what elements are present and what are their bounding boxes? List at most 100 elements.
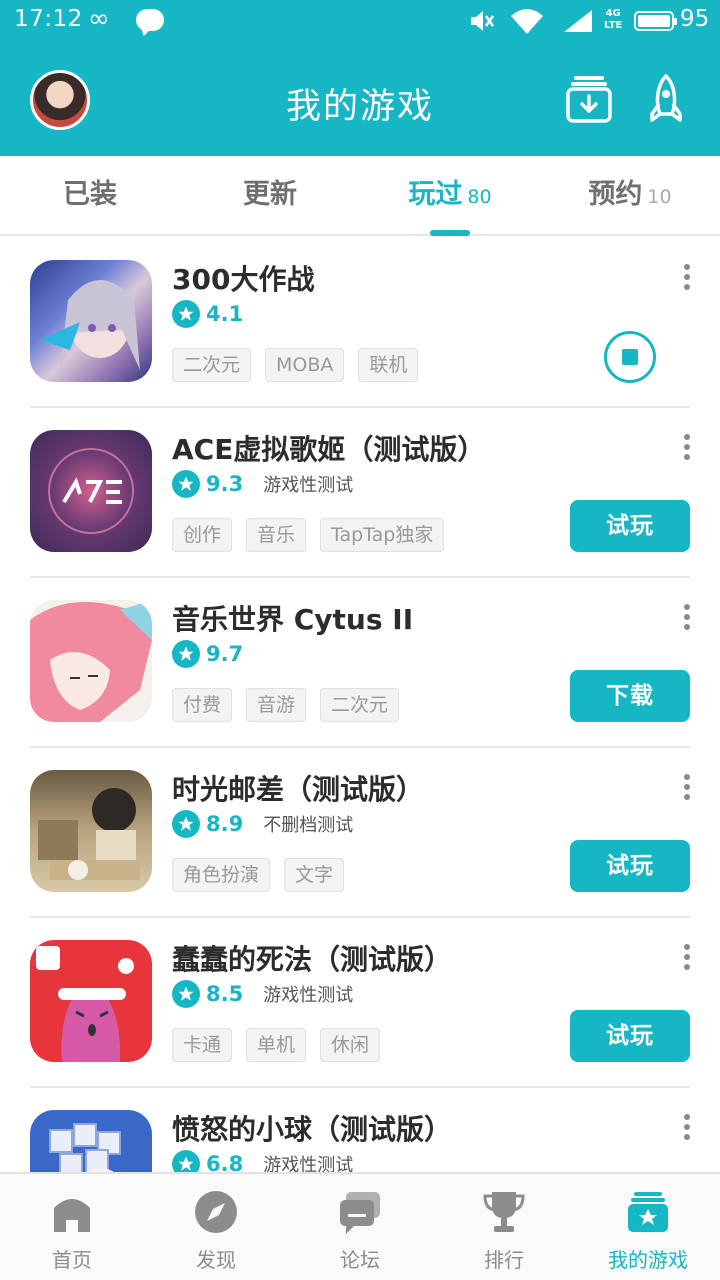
game-name[interactable]: 音乐世界 Cytus II — [172, 598, 413, 638]
network-type: 4G LTE — [604, 8, 623, 31]
game-icon-dumb-ways[interactable] — [30, 940, 152, 1062]
tab-updates[interactable]: 更新 — [180, 156, 360, 234]
game-row[interactable]: 音乐世界 Cytus II 9.7 付费 音游 二次元 下载 — [0, 578, 720, 748]
more-options-icon[interactable] — [682, 264, 692, 294]
more-options-icon[interactable] — [682, 774, 692, 804]
stop-download-button[interactable] — [604, 331, 656, 383]
trophy-icon — [482, 1190, 526, 1234]
tag[interactable]: 文字 — [284, 858, 345, 892]
nav-label: 排行 — [484, 1248, 524, 1272]
game-icon-300[interactable] — [30, 260, 152, 382]
tag[interactable]: 角色扮演 — [172, 858, 271, 892]
star-icon — [172, 300, 200, 328]
bottom-nav: 首页 发现 论坛 排行 我的游戏 — [0, 1172, 720, 1280]
more-options-icon[interactable] — [682, 604, 692, 634]
tag[interactable]: 休闲 — [320, 1028, 381, 1062]
tag[interactable]: 卡通 — [172, 1028, 233, 1062]
game-list: 300大作战 4.1 二次元 MOBA 联机 ACE虚拟歌姬（测试版） 9.3 … — [0, 238, 720, 1172]
nav-label: 发现 — [196, 1248, 236, 1272]
game-name[interactable]: 蠢蠢的死法（测试版） — [172, 938, 452, 978]
tag[interactable]: 音乐 — [246, 518, 307, 552]
nav-label: 论坛 — [340, 1248, 380, 1272]
forum-icon — [338, 1190, 382, 1234]
tab-reserved[interactable]: 预约 10 — [540, 156, 720, 234]
nav-my-games[interactable]: 我的游戏 — [576, 1174, 720, 1280]
signal-icon — [562, 8, 594, 38]
download-button[interactable]: 下载 — [570, 670, 690, 722]
tab-played-count: 80 — [467, 186, 492, 208]
game-icon-angry-ball[interactable] — [30, 1110, 152, 1172]
more-options-icon[interactable] — [682, 434, 692, 464]
game-rating: 6.8 游戏性测试 — [172, 1149, 353, 1172]
game-row[interactable]: 蠢蠢的死法（测试版） 8.5 游戏性测试 卡通 单机 休闲 试玩 — [0, 918, 720, 1088]
game-row[interactable]: 时光邮差（测试版） 8.9 不删档测试 角色扮演 文字 试玩 — [0, 748, 720, 918]
download-manager-icon[interactable] — [566, 74, 612, 128]
tab-played[interactable]: 玩过 80 — [360, 156, 540, 236]
home-icon — [50, 1190, 94, 1234]
game-icon-ace[interactable] — [30, 430, 152, 552]
nav-discover[interactable]: 发现 — [144, 1174, 288, 1280]
tab-reserved-count: 10 — [647, 186, 672, 208]
tag[interactable]: 付费 — [172, 688, 233, 722]
nav-forum[interactable]: 论坛 — [288, 1174, 432, 1280]
tag[interactable]: 创作 — [172, 518, 233, 552]
page-title: 我的游戏 — [285, 87, 434, 127]
tag[interactable]: 二次元 — [172, 348, 252, 382]
star-icon — [172, 980, 200, 1008]
chat-icon — [136, 9, 164, 31]
star-icon — [172, 640, 200, 668]
status-bar: 17:12 ∞ 4G LTE 95 — [0, 0, 720, 44]
try-play-button[interactable]: 试玩 — [570, 1010, 690, 1062]
mute-icon — [468, 8, 496, 38]
rocket-icon[interactable] — [644, 74, 688, 128]
game-name[interactable]: ACE虚拟歌姬（测试版） — [172, 428, 485, 468]
test-note: 游戏性测试 — [263, 1155, 354, 1172]
game-icon-postman[interactable] — [30, 770, 152, 892]
game-row[interactable]: 愤怒的小球（测试版） 6.8 游戏性测试 — [0, 1088, 720, 1172]
tag[interactable]: 单机 — [246, 1028, 307, 1062]
tag[interactable]: 音游 — [246, 688, 307, 722]
try-play-button[interactable]: 试玩 — [570, 840, 690, 892]
tag[interactable]: MOBA — [265, 348, 345, 382]
game-score: 9.7 — [206, 642, 244, 666]
game-tags: 创作 音乐 TapTap独家 — [172, 518, 458, 552]
tag[interactable]: TapTap独家 — [320, 518, 445, 552]
game-rating: 9.7 — [172, 639, 243, 669]
star-icon — [172, 810, 200, 838]
nav-rank[interactable]: 排行 — [432, 1174, 576, 1280]
battery-icon — [634, 11, 677, 31]
nav-label: 首页 — [52, 1248, 92, 1272]
game-name[interactable]: 时光邮差（测试版） — [172, 768, 424, 808]
game-name[interactable]: 愤怒的小球（测试版） — [172, 1108, 452, 1148]
more-options-icon[interactable] — [682, 944, 692, 974]
test-note: 不删档测试 — [263, 815, 354, 836]
tag[interactable]: 联机 — [358, 348, 419, 382]
infinity-icon: ∞ — [88, 4, 110, 34]
wifi-icon — [510, 8, 544, 38]
star-icon — [172, 1150, 200, 1172]
status-time: 17:12 — [14, 6, 83, 32]
game-rating: 9.3 游戏性测试 — [172, 469, 353, 499]
game-rating: 8.9 不删档测试 — [172, 809, 353, 839]
game-score: 9.3 — [206, 472, 244, 496]
test-note: 游戏性测试 — [263, 985, 354, 1006]
game-row[interactable]: ACE虚拟歌姬（测试版） 9.3 游戏性测试 创作 音乐 TapTap独家 试玩 — [0, 408, 720, 578]
game-rating: 8.5 游戏性测试 — [172, 979, 353, 1009]
game-row[interactable]: 300大作战 4.1 二次元 MOBA 联机 — [0, 238, 720, 408]
game-score: 8.9 — [206, 812, 244, 836]
game-tags: 角色扮演 文字 — [172, 858, 358, 892]
game-score: 4.1 — [206, 302, 244, 326]
more-options-icon[interactable] — [682, 1114, 692, 1144]
game-score: 6.8 — [206, 1152, 244, 1172]
compass-icon — [194, 1190, 238, 1234]
tag[interactable]: 二次元 — [320, 688, 400, 722]
game-name[interactable]: 300大作战 — [172, 258, 314, 298]
test-note: 游戏性测试 — [263, 475, 354, 496]
nav-home[interactable]: 首页 — [0, 1174, 144, 1280]
game-icon-cytus[interactable] — [30, 600, 152, 722]
my-games-icon — [626, 1190, 670, 1234]
tab-bar: 已装 更新 玩过 80 预约 10 — [0, 156, 720, 236]
app-header: 17:12 ∞ 4G LTE 95 我的游戏 — [0, 0, 720, 156]
tab-installed[interactable]: 已装 — [0, 156, 180, 234]
try-play-button[interactable]: 试玩 — [570, 500, 690, 552]
